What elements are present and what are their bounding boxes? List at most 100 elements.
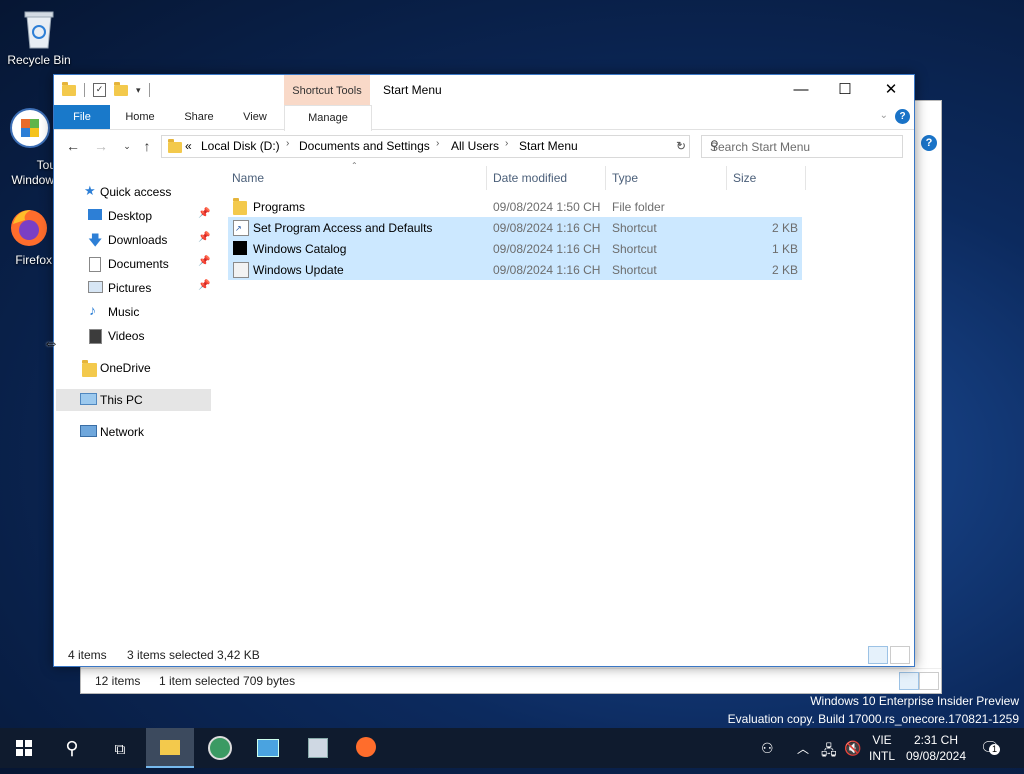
breadcrumb-local-disk[interactable]: Local Disk (D:) [201, 139, 280, 153]
properties-icon[interactable]: ✓ [93, 83, 106, 97]
nav-label: This PC [100, 393, 143, 407]
recent-locations-icon[interactable]: ⌄ [118, 137, 136, 155]
search-button[interactable]: ⚲ [48, 728, 96, 768]
breadcrumb-separator[interactable]: › [505, 138, 508, 149]
breadcrumb-separator[interactable]: › [286, 138, 289, 149]
status-item-count: 4 items [68, 648, 107, 662]
file-date: 09/08/2024 1:16 CH [493, 263, 601, 277]
close-button[interactable]: ✕ [868, 75, 914, 104]
pin-icon[interactable]: 📌 [198, 256, 210, 267]
large-icons-view-button[interactable] [890, 646, 910, 664]
nav-item-videos[interactable]: Videos [56, 325, 211, 347]
taskbar-file-explorer[interactable] [146, 728, 194, 768]
minimize-button[interactable]: — [778, 75, 824, 104]
tools-icon [308, 738, 328, 758]
details-view-button[interactable] [899, 672, 919, 690]
file-row-windows-catalog[interactable]: Windows Catalog 09/08/2024 1:16 CH Short… [228, 238, 802, 259]
search-input[interactable]: Search Start Menu ⚲ [701, 135, 903, 158]
breadcrumb-all-users[interactable]: All Users [451, 139, 499, 153]
nav-label: Quick access [100, 185, 172, 199]
column-header-size[interactable]: Size [727, 166, 805, 190]
refresh-icon[interactable]: ↻ [673, 135, 690, 158]
file-date: 09/08/2024 1:50 CH [493, 200, 601, 214]
taskbar-app-tools[interactable] [294, 728, 342, 768]
file-explorer-icon [160, 740, 180, 755]
desktop-icon-recycle-bin[interactable]: Recycle Bin [1, 8, 77, 67]
file-row-set-program-access[interactable]: Set Program Access and Defaults 09/08/20… [228, 217, 802, 238]
task-view-icon: ⧉ [114, 741, 126, 758]
action-center-icon[interactable]: 🗨1 [980, 738, 1000, 758]
details-view-button[interactable] [868, 646, 888, 664]
back-arrow-icon[interactable]: ← [64, 137, 82, 155]
nav-item-pictures[interactable]: Pictures 📌 [56, 277, 211, 299]
folder-icon [233, 198, 247, 215]
file-size: 2 KB [771, 221, 798, 235]
nav-label: Documents [108, 257, 169, 271]
nav-item-onedrive[interactable]: OneDrive [56, 357, 211, 379]
resize-cursor-icon: ⇔ [43, 335, 59, 352]
pin-icon[interactable]: 📌 [198, 232, 210, 243]
up-arrow-icon[interactable]: ↑ [138, 137, 156, 155]
nav-label: Network [100, 425, 145, 439]
language-indicator[interactable]: VIE INTL [867, 732, 897, 764]
file-row-programs[interactable]: Programs 09/08/2024 1:50 CH File folder [228, 196, 802, 217]
title-bar[interactable]: ✓ ▾ Shortcut Tools Start Menu — ☐ ✕ [54, 75, 914, 108]
nav-item-desktop[interactable]: Desktop 📌 [56, 205, 211, 227]
explorer-window[interactable]: ✓ ▾ Shortcut Tools Start Menu — ☐ ✕ File… [53, 74, 915, 667]
breadcrumb-separator[interactable]: › [436, 138, 439, 149]
contextual-group-label: Shortcut Tools [292, 85, 362, 97]
address-bar[interactable]: « Local Disk (D:) › Documents and Settin… [161, 135, 690, 158]
firefox-icon [7, 206, 49, 250]
customize-qat-icon[interactable]: ▾ [136, 85, 141, 96]
ribbon-tabs: File Home Share View Manage ⌄ ? [54, 105, 914, 131]
start-button[interactable] [0, 728, 48, 768]
pin-icon[interactable]: 📌 [198, 280, 210, 291]
taskbar-firefox[interactable] [342, 728, 390, 768]
people-icon[interactable]: ⚇ [761, 740, 774, 757]
large-icons-view-button[interactable] [919, 672, 939, 690]
desktop-icon-label: Recycle Bin [7, 53, 71, 67]
column-header-name[interactable]: Name [228, 166, 486, 190]
pin-icon[interactable]: 📌 [198, 208, 210, 219]
status-selection: 3 items selected 3,42 KB [127, 648, 260, 662]
address-row: ← → ⌄ ↑ « Local Disk (D:) › Documents an… [54, 132, 914, 160]
help-icon[interactable]: ? [895, 109, 910, 124]
help-icon[interactable]: ? [921, 135, 937, 151]
task-view-button[interactable]: ⧉ [96, 728, 144, 768]
column-header-type[interactable]: Type [606, 166, 726, 190]
column-header-date[interactable]: Date modified [487, 166, 605, 190]
clock-date: 09/08/2024 [905, 749, 967, 763]
desktop-icon-firefox[interactable]: Firefox [0, 206, 56, 267]
nav-item-network[interactable]: Network [56, 421, 211, 443]
nav-item-quick-access[interactable]: ★ Quick access [56, 181, 211, 203]
forward-arrow-icon[interactable]: → [92, 137, 110, 155]
tab-file[interactable]: File [54, 105, 110, 129]
back-status-items: 12 items [95, 674, 141, 688]
expand-ribbon-icon[interactable]: ⌄ [880, 110, 888, 121]
show-hidden-icons-chevron-icon[interactable]: ︿ [797, 740, 809, 757]
tab-share[interactable]: Share [174, 105, 224, 129]
nav-item-downloads[interactable]: 🡇 Downloads 📌 [56, 229, 211, 251]
nav-item-this-pc[interactable]: This PC [56, 389, 211, 411]
tab-view[interactable]: View [232, 105, 278, 129]
tab-manage[interactable]: Manage [284, 105, 372, 131]
breadcrumb-start-menu[interactable]: Start Menu [519, 139, 578, 153]
network-status-icon[interactable]: 🖧 [821, 740, 837, 764]
file-date: 09/08/2024 1:16 CH [493, 242, 601, 256]
nav-item-documents[interactable]: Documents 📌 [56, 253, 211, 275]
maximize-button[interactable]: ☐ [822, 75, 868, 104]
nav-item-music[interactable]: ♪ Music [56, 301, 211, 323]
breadcrumb-documents-settings[interactable]: Documents and Settings [299, 139, 430, 153]
taskbar-app-globe[interactable] [196, 728, 244, 768]
desktop-icon-tour-windows[interactable]: Tour Windows [0, 106, 60, 187]
clock[interactable]: 2:31 CH 09/08/2024 [902, 732, 970, 764]
column-divider[interactable] [805, 166, 806, 190]
column-label: Type [612, 171, 639, 185]
volume-muted-icon[interactable]: 🔇 [844, 740, 861, 757]
taskbar-app-control-panel[interactable] [244, 728, 292, 768]
breadcrumb-overflow[interactable]: « [185, 139, 192, 153]
tab-home[interactable]: Home [116, 105, 164, 129]
file-type: File folder [612, 200, 665, 214]
new-folder-icon[interactable] [114, 81, 128, 96]
file-row-windows-update[interactable]: Windows Update 09/08/2024 1:16 CH Shortc… [228, 259, 802, 280]
